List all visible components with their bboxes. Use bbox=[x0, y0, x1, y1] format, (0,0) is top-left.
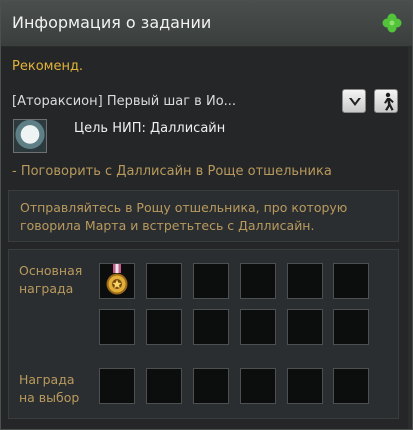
main-reward-label: Основная награда bbox=[19, 263, 83, 296]
reward-slot[interactable] bbox=[99, 263, 135, 299]
npc-portrait bbox=[13, 119, 47, 153]
reward-slot[interactable] bbox=[333, 263, 369, 299]
reward-slot[interactable] bbox=[240, 309, 276, 345]
title-bar[interactable]: Информация о задании bbox=[1, 1, 412, 47]
npc-target-label: Цель НИП: Даллисайн bbox=[74, 121, 226, 136]
reward-slot[interactable] bbox=[193, 263, 229, 299]
clover-icon[interactable] bbox=[381, 12, 403, 34]
reward-slot[interactable] bbox=[333, 309, 369, 345]
quest-title[interactable]: [Атораксион] Первый шаг в Йо... bbox=[12, 94, 322, 109]
choice-reward-slot[interactable] bbox=[193, 368, 229, 404]
choice-reward-slot[interactable] bbox=[99, 368, 135, 404]
quest-objective[interactable]: - Поговорить с Даллисайн в Роще отшельни… bbox=[12, 164, 332, 179]
reward-slot[interactable] bbox=[287, 309, 323, 345]
scrollbar[interactable] bbox=[408, 46, 412, 429]
walking-person-icon bbox=[384, 92, 394, 111]
choice-reward-slot[interactable] bbox=[287, 368, 323, 404]
reward-slot[interactable] bbox=[287, 263, 323, 299]
choice-reward-slot[interactable] bbox=[146, 368, 182, 404]
navigate-button[interactable] bbox=[374, 89, 398, 113]
reward-slot[interactable] bbox=[99, 309, 135, 345]
quest-info-window: Информация о задании Рекоменд. [Аторакси… bbox=[0, 0, 413, 430]
reward-slot[interactable] bbox=[146, 309, 182, 345]
choice-reward-label: Награда на выбор bbox=[19, 372, 80, 405]
chevron-down-icon bbox=[349, 98, 361, 106]
choice-reward-slot[interactable] bbox=[240, 368, 276, 404]
rewards-panel: Основная награда Награда на выбор bbox=[8, 249, 399, 419]
description-box: Отправляйтесь в Рощу отшельника, про кот… bbox=[8, 190, 399, 242]
quest-description: Отправляйтесь в Рощу отшельника, про кот… bbox=[20, 200, 348, 233]
window-title: Информация о задании bbox=[12, 13, 212, 32]
choice-reward-slot[interactable] bbox=[333, 368, 369, 404]
reward-slot[interactable] bbox=[240, 263, 276, 299]
recommended-label: Рекоменд. bbox=[12, 59, 84, 74]
reward-slot[interactable] bbox=[146, 263, 182, 299]
medal-icon bbox=[106, 264, 128, 295]
collapse-button[interactable] bbox=[342, 89, 366, 113]
reward-slot[interactable] bbox=[193, 309, 229, 345]
